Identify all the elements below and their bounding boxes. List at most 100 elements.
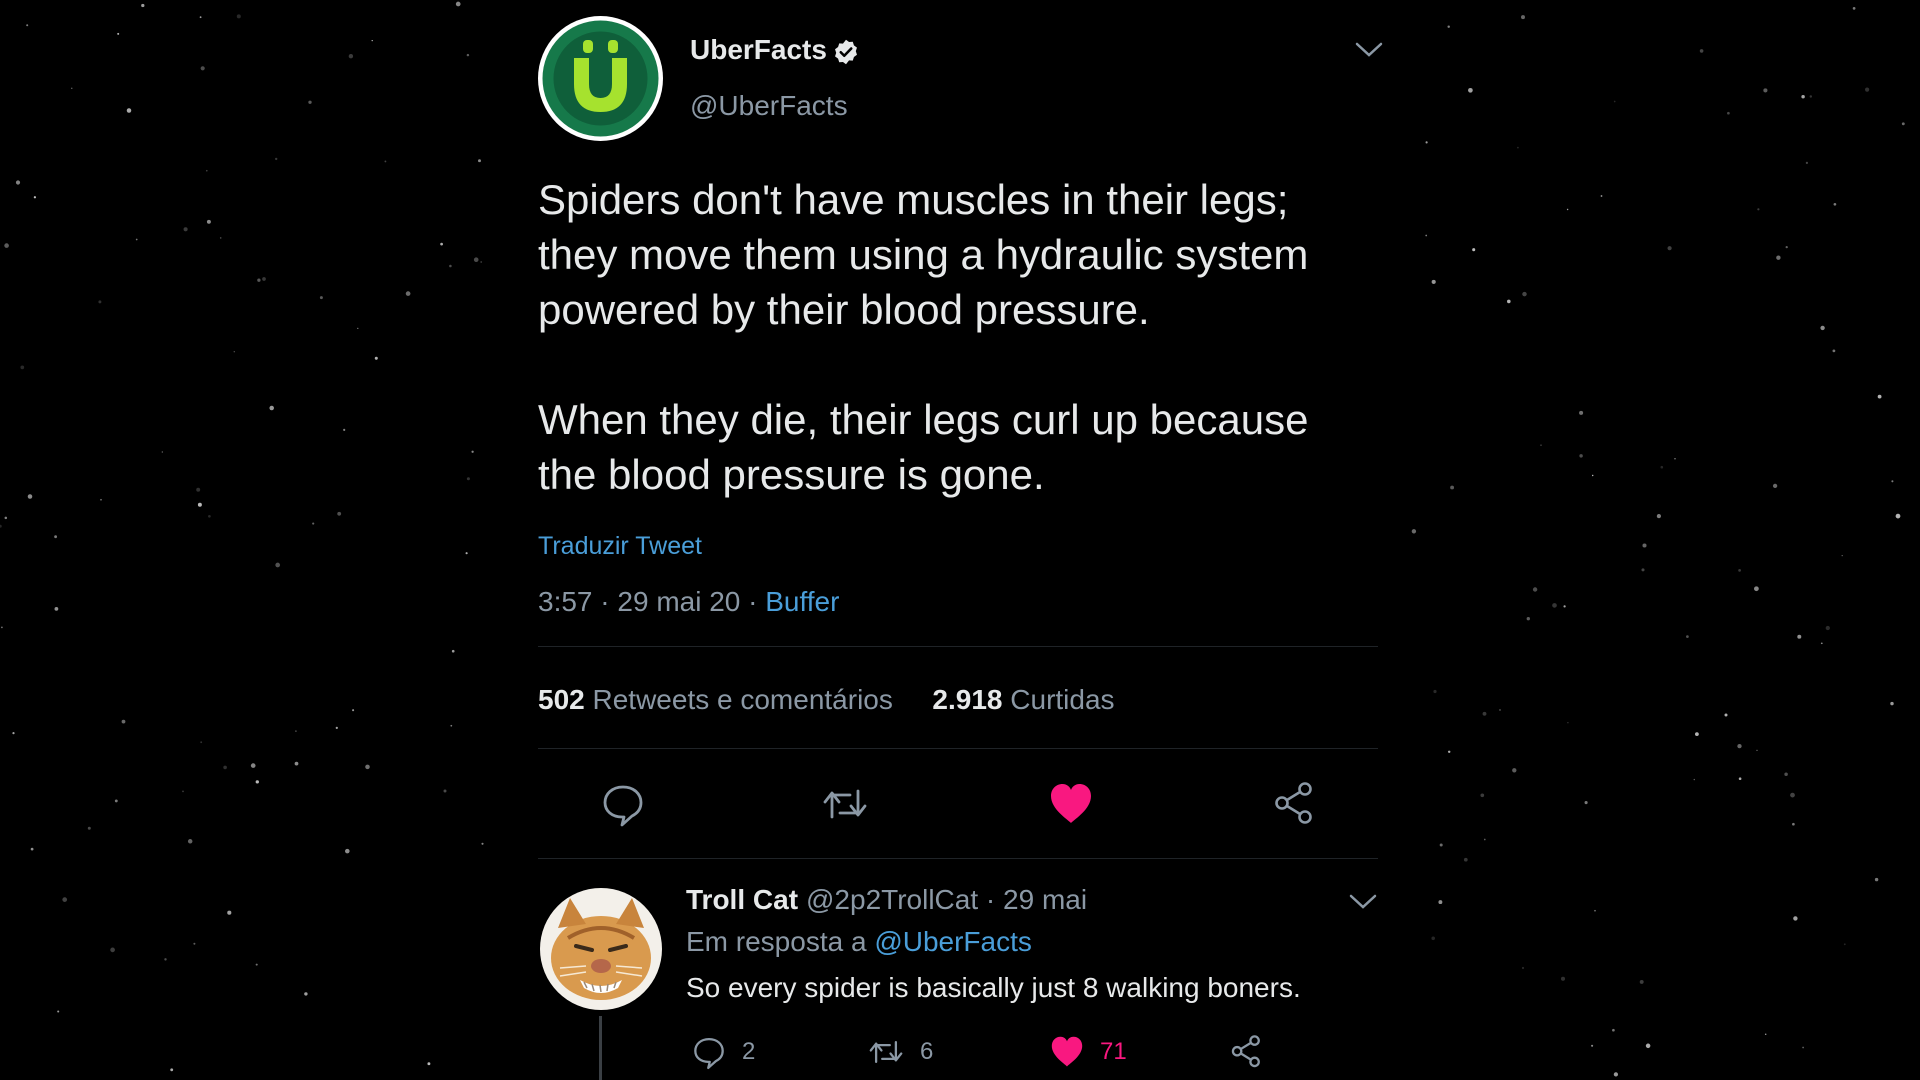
star xyxy=(1612,1028,1615,1032)
star xyxy=(1526,617,1530,621)
star xyxy=(255,780,259,784)
star xyxy=(374,356,378,360)
star xyxy=(1820,642,1823,645)
star xyxy=(33,196,37,199)
star xyxy=(161,451,163,453)
star xyxy=(71,87,73,89)
author-handle[interactable]: @UberFacts xyxy=(690,90,848,122)
translate-tweet-link[interactable]: Traduzir Tweet xyxy=(538,532,702,561)
chevron-down-icon[interactable] xyxy=(1354,40,1384,60)
meta-separator: · xyxy=(748,586,758,617)
star xyxy=(54,535,57,539)
star xyxy=(1591,474,1594,477)
star xyxy=(54,607,59,611)
star xyxy=(1877,394,1882,399)
likes-label[interactable]: Curtidas xyxy=(1010,684,1114,715)
tweet-source-link[interactable]: Buffer xyxy=(765,586,839,617)
reply-to-line: Em resposta a @UberFacts xyxy=(686,926,1032,958)
star xyxy=(196,487,201,492)
retweets-count[interactable]: 502 xyxy=(538,684,585,715)
star xyxy=(110,947,115,953)
retweet-button[interactable] xyxy=(820,779,870,829)
star xyxy=(1737,743,1742,749)
star xyxy=(187,839,193,844)
star xyxy=(199,16,202,19)
star xyxy=(269,405,274,411)
star xyxy=(1522,291,1527,297)
reply-reply-count: 2 xyxy=(742,1038,756,1065)
like-button[interactable] xyxy=(1046,779,1096,829)
reply-like-button[interactable]: 71 xyxy=(1048,1032,1127,1072)
divider xyxy=(538,748,1378,749)
star xyxy=(200,66,205,71)
star xyxy=(164,958,167,961)
reply-author-handle[interactable]: @2p2TrollCat xyxy=(806,884,978,915)
heart-icon xyxy=(1051,1036,1083,1067)
star xyxy=(1805,161,1809,165)
star xyxy=(141,3,145,8)
star xyxy=(205,169,208,172)
star xyxy=(1820,325,1825,331)
star xyxy=(312,522,315,525)
star xyxy=(1699,49,1704,53)
reply-reply-button[interactable]: 2 xyxy=(690,1032,755,1072)
reply-button[interactable] xyxy=(598,779,648,829)
likes-count[interactable]: 2.918 xyxy=(932,684,1002,715)
star xyxy=(1521,966,1525,970)
tweet-meta: 3:57 · 29 mai 20 · Buffer xyxy=(538,586,839,618)
chevron-down-icon[interactable] xyxy=(1348,892,1378,912)
star xyxy=(1738,777,1742,781)
star xyxy=(57,1010,60,1013)
tweet-time: 3:57 xyxy=(538,586,593,617)
star xyxy=(473,257,479,263)
star xyxy=(1790,792,1795,798)
star xyxy=(12,732,15,735)
star xyxy=(255,963,258,966)
star xyxy=(1695,732,1699,736)
star xyxy=(319,296,323,300)
reply-retweet-button[interactable]: 6 xyxy=(866,1032,933,1072)
star xyxy=(1785,245,1788,249)
reply-like-count: 71 xyxy=(1100,1038,1127,1065)
uberfacts-avatar[interactable] xyxy=(538,16,663,141)
verified-badge-icon xyxy=(835,39,857,65)
star xyxy=(1447,25,1450,28)
star xyxy=(1784,772,1788,777)
star xyxy=(1843,943,1846,946)
star xyxy=(337,511,342,516)
star xyxy=(126,108,132,113)
star xyxy=(182,790,184,793)
star xyxy=(1450,485,1455,490)
star xyxy=(295,730,297,732)
star xyxy=(371,39,373,42)
star xyxy=(1667,246,1672,251)
author-name[interactable]: UberFacts xyxy=(690,34,827,66)
star xyxy=(1482,711,1487,716)
share-button[interactable] xyxy=(1270,779,1320,829)
star xyxy=(1901,122,1905,126)
troll-cat-avatar[interactable] xyxy=(540,888,662,1010)
star xyxy=(1431,279,1436,284)
retweets-label[interactable]: Retweets e comentários xyxy=(593,684,893,715)
star xyxy=(1841,554,1843,557)
star xyxy=(1,626,3,629)
star xyxy=(1425,141,1428,144)
star xyxy=(1463,857,1468,862)
star xyxy=(1865,87,1870,92)
star xyxy=(308,100,312,104)
share-icon xyxy=(1231,1035,1260,1068)
star xyxy=(450,724,453,727)
reply-share-button[interactable] xyxy=(1228,1032,1266,1072)
reply-author-name[interactable]: Troll Cat xyxy=(686,884,798,916)
star xyxy=(1594,909,1596,912)
star xyxy=(1439,843,1443,847)
star xyxy=(227,910,232,915)
star xyxy=(1540,444,1542,446)
star xyxy=(1776,255,1781,260)
divider xyxy=(538,646,1378,647)
star xyxy=(170,1068,174,1072)
reply-to-mention[interactable]: @UberFacts xyxy=(874,926,1032,957)
star xyxy=(236,14,241,19)
star xyxy=(1693,778,1695,781)
star xyxy=(1613,100,1616,103)
